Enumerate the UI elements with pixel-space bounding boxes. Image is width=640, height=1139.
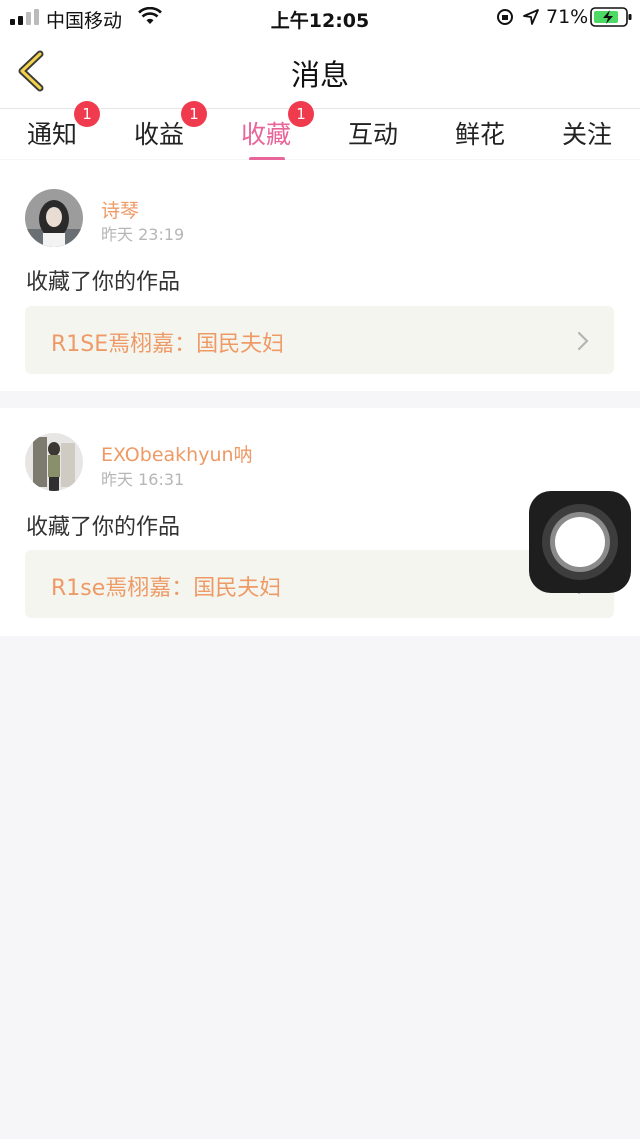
tab-label: 鲜花: [454, 120, 505, 149]
action-text: 收藏了你的作品: [26, 270, 181, 295]
message-card: 诗琴 昨天 23:19 收藏了你的作品 R1SE焉栩嘉：国民夫妇: [0, 160, 640, 391]
message-time: 昨天 23:19: [101, 225, 185, 244]
username[interactable]: EXObeakhyun呐: [101, 440, 253, 467]
chevron-right-icon: [577, 331, 589, 351]
avatar-image: [25, 433, 83, 491]
tab-label: 互动: [347, 120, 398, 149]
work-link[interactable]: R1se焉栩嘉：国民夫妇: [25, 550, 614, 618]
tab-favorites[interactable]: 收藏 1: [226, 101, 314, 161]
status-bar: 中国移动 上午12:05 71%: [0, 0, 640, 34]
avatar[interactable]: [25, 189, 83, 247]
assistive-touch-button[interactable]: [529, 491, 631, 593]
tab-label: 关注: [561, 120, 612, 149]
tab-interactions[interactable]: 互动: [333, 115, 413, 151]
notification-badge: 1: [181, 101, 207, 127]
tab-following[interactable]: 关注: [547, 115, 627, 151]
nav-bar: 消息: [0, 34, 640, 109]
username[interactable]: 诗琴: [101, 196, 139, 223]
action-text: 收藏了你的作品: [26, 515, 181, 540]
message-time: 昨天 16:31: [101, 470, 185, 489]
notification-badge: 1: [288, 101, 314, 127]
tab-notifications[interactable]: 通知 1: [12, 101, 100, 151]
tab-label: 通知: [26, 120, 77, 149]
notification-badge: 1: [74, 101, 100, 127]
work-title: R1SE焉栩嘉：国民夫妇: [51, 332, 285, 357]
orientation-lock-icon: [497, 9, 513, 25]
battery-percent: 71%: [546, 6, 589, 28]
battery-charging-icon: [590, 7, 632, 27]
status-time: 上午12:05: [270, 10, 370, 32]
tab-flowers[interactable]: 鲜花: [440, 115, 520, 151]
work-link[interactable]: R1SE焉栩嘉：国民夫妇: [25, 306, 614, 374]
tab-earnings[interactable]: 收益 1: [119, 101, 207, 151]
work-title: R1se焉栩嘉：国民夫妇: [51, 576, 282, 601]
avatar-image: [25, 189, 83, 247]
avatar[interactable]: [25, 433, 83, 491]
tab-label: 收藏: [240, 120, 291, 149]
page-title: 消息: [290, 58, 349, 92]
location-arrow-icon: [523, 9, 539, 25]
tab-label: 收益: [133, 120, 184, 149]
tab-bar: 通知 1 收益 1 收藏 1 互动 鲜花 关注: [0, 101, 640, 161]
assistive-touch-icon: [542, 504, 618, 580]
